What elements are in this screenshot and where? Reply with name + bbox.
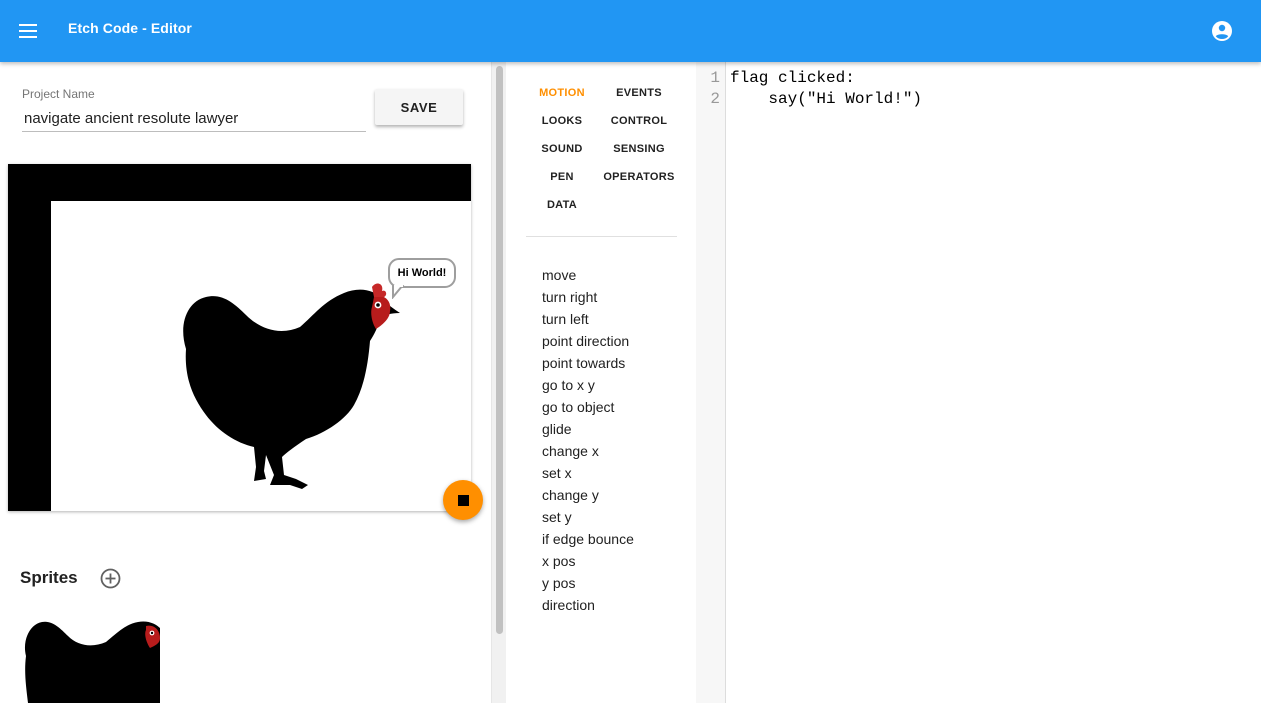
scrollbar-thumb[interactable] — [496, 66, 503, 634]
category-sound[interactable]: SOUND — [522, 143, 602, 155]
category-sensing[interactable]: SENSING — [599, 143, 679, 155]
block-go-to-object[interactable]: go to object — [542, 399, 614, 415]
code-line[interactable]: flag clicked: — [730, 69, 855, 87]
code-editor[interactable]: 1 2 flag clicked: say("Hi World!") — [696, 62, 1261, 703]
left-panel: Project Name SAVE Hi World! Sprites — [0, 62, 506, 703]
line-number-gutter: 1 2 — [696, 62, 726, 703]
stage: Hi World! — [8, 164, 471, 511]
menu-icon[interactable] — [16, 19, 40, 43]
block-turn-left[interactable]: turn left — [542, 311, 589, 327]
block-x-pos[interactable]: x pos — [542, 553, 575, 569]
category-control[interactable]: CONTROL — [599, 115, 679, 127]
block-turn-right[interactable]: turn right — [542, 289, 597, 305]
stop-button[interactable] — [443, 480, 483, 520]
account-circle-icon[interactable] — [1210, 19, 1234, 43]
sprites-title: Sprites — [20, 568, 78, 587]
app-title: Etch Code - Editor — [68, 20, 192, 36]
block-change-x[interactable]: change x — [542, 443, 599, 459]
sprite-thumbnail[interactable] — [20, 616, 160, 703]
block-go-to-x-y[interactable]: go to x y — [542, 377, 595, 393]
line-number: 1 — [710, 69, 720, 87]
category-pen[interactable]: PEN — [522, 171, 602, 183]
left-panel-scrollbar[interactable] — [491, 62, 506, 703]
speech-bubble-tail — [392, 285, 405, 299]
project-name-label: Project Name — [22, 87, 95, 101]
category-events[interactable]: EVENTS — [599, 87, 679, 99]
chicken-sprite[interactable] — [176, 279, 404, 491]
line-number: 2 — [710, 90, 720, 108]
stop-icon — [458, 495, 469, 506]
blocks-panel: MOTION EVENTS LOOKS CONTROL SOUND SENSIN… — [506, 62, 696, 703]
speech-bubble: Hi World! — [388, 258, 456, 288]
category-operators[interactable]: OPERATORS — [599, 171, 679, 183]
block-move[interactable]: move — [542, 267, 576, 283]
block-direction[interactable]: direction — [542, 597, 595, 613]
code-line[interactable]: say("Hi World!") — [730, 90, 922, 108]
category-motion[interactable]: MOTION — [522, 87, 602, 99]
block-set-x[interactable]: set x — [542, 465, 572, 481]
save-button[interactable]: SAVE — [375, 89, 463, 125]
block-y-pos[interactable]: y pos — [542, 575, 575, 591]
category-looks[interactable]: LOOKS — [522, 115, 602, 127]
block-point-towards[interactable]: point towards — [542, 355, 625, 371]
app-bar: Etch Code - Editor — [0, 0, 1261, 62]
block-point-direction[interactable]: point direction — [542, 333, 629, 349]
block-change-y[interactable]: change y — [542, 487, 599, 503]
block-if-edge-bounce[interactable]: if edge bounce — [542, 531, 634, 547]
add-circle-icon[interactable] — [99, 567, 122, 590]
blocks-divider — [526, 236, 677, 237]
category-data[interactable]: DATA — [522, 199, 602, 211]
block-set-y[interactable]: set y — [542, 509, 572, 525]
block-glide[interactable]: glide — [542, 421, 572, 437]
stage-canvas[interactable]: Hi World! — [51, 201, 471, 511]
project-name-input[interactable] — [22, 106, 366, 132]
